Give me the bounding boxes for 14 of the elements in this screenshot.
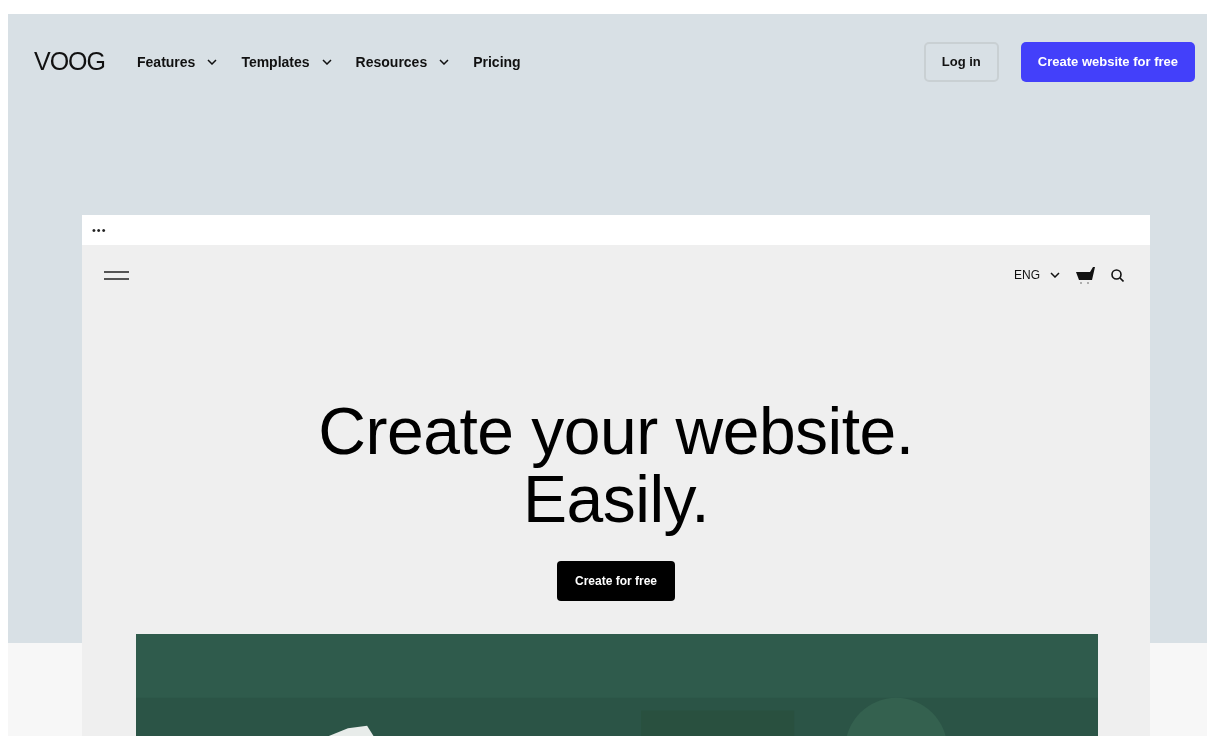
window-dots: ••• [92,224,107,236]
nav-link[interactable]: Resources [355,53,450,70]
nav-link[interactable]: Features [137,53,218,70]
nav-link[interactable]: Templates [241,53,332,70]
language-selector[interactable]: ENG [1014,268,1040,282]
login-button[interactable]: Log in [923,41,999,82]
chevron-down-icon [1050,272,1060,278]
logo[interactable]: VOOG [34,47,105,76]
menu-icon[interactable] [104,270,129,280]
create-for-free-button[interactable]: Create for free [557,561,675,601]
create-website-button[interactable]: Create website for free [1020,41,1195,82]
search-icon[interactable] [1111,268,1124,282]
cart-icon[interactable] [1076,266,1095,284]
nav-link[interactable]: Pricing [473,53,521,70]
